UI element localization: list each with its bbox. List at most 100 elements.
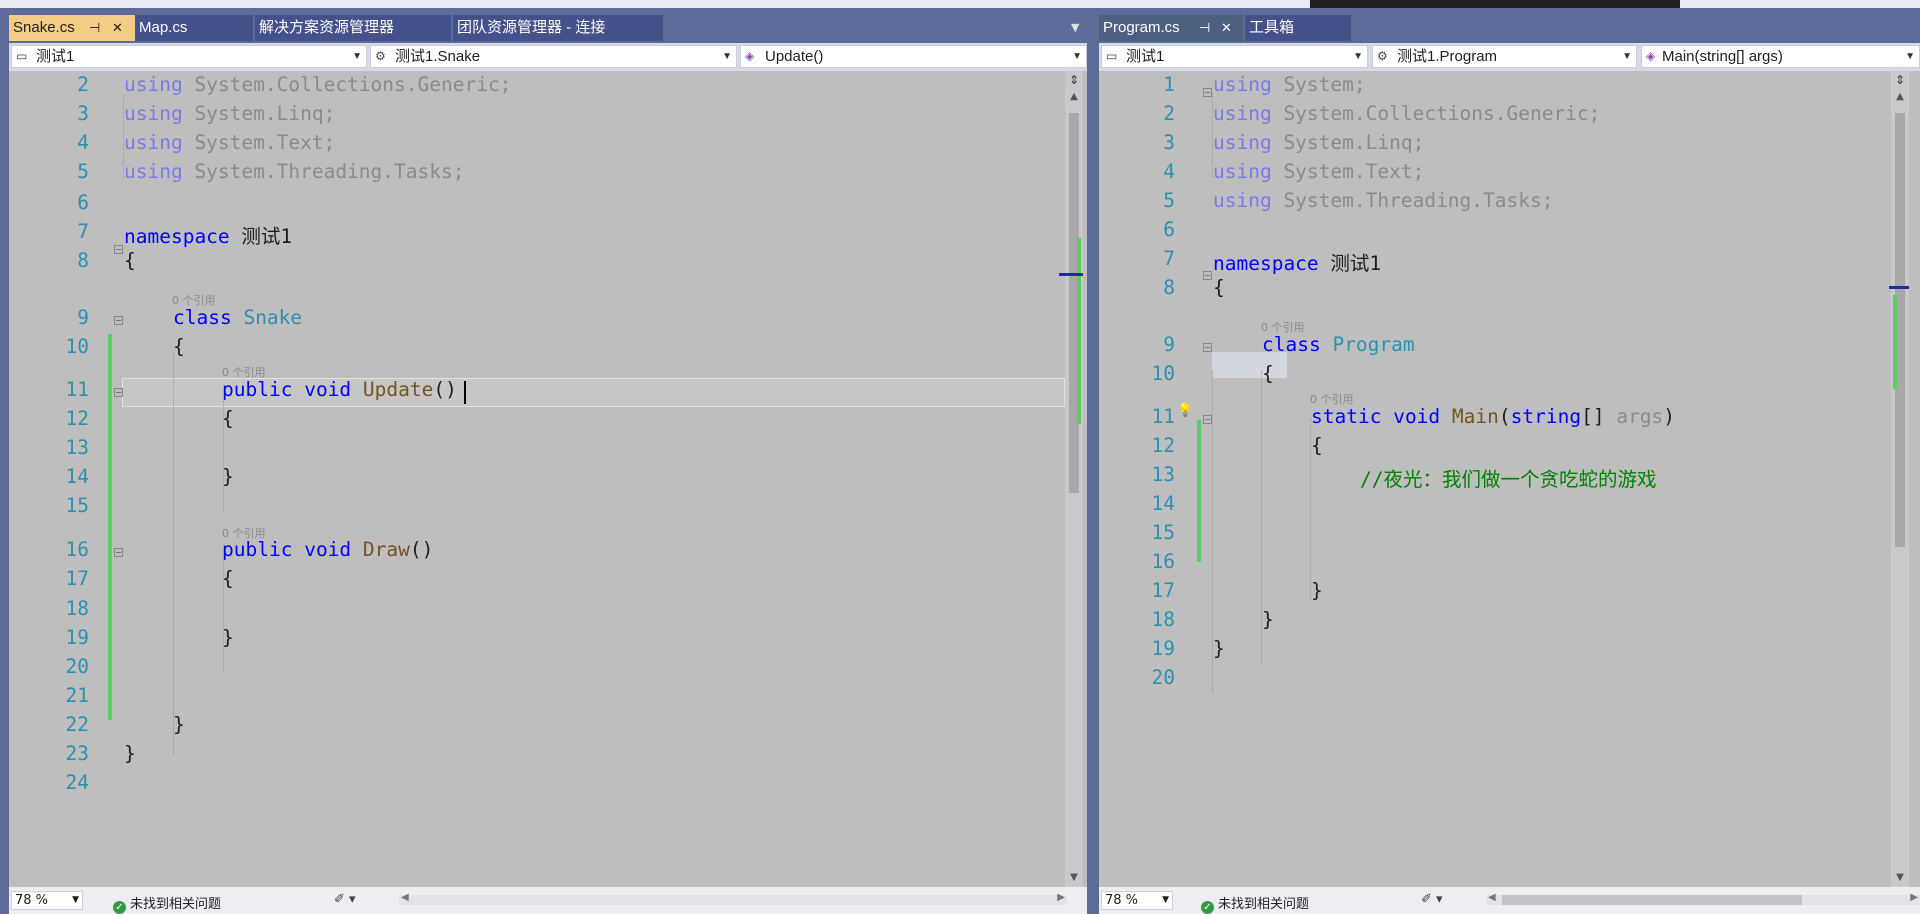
scroll-right-arrow-icon[interactable]: ▶ <box>1910 892 1918 903</box>
right-editor-pane: Program.cs ⊣ ✕ 工具箱 ▭ 测试1 ▼ ⚙ 测试1.Program… <box>1099 15 1920 914</box>
code-line: } <box>173 713 185 736</box>
code-line: using System.Threading.Tasks; <box>124 160 465 183</box>
line-number: 15 <box>1151 521 1175 544</box>
zoom-dropdown[interactable]: 78 % ▼ <box>1101 891 1173 910</box>
issues-indicator[interactable]: ✓ 未找到相关问题 <box>1201 893 1309 914</box>
code-line: { <box>1311 434 1323 457</box>
chevron-down-icon: ▼ <box>1353 51 1363 62</box>
line-number: 9 <box>77 306 89 329</box>
code-line: using System.Linq; <box>124 102 336 125</box>
left-code-editor[interactable]: − − − − 0 个引用 0 个引用 0 个引用 2 using System… <box>9 71 1065 887</box>
tab-team-explorer[interactable]: 团队资源管理器 - 连接 <box>453 15 663 41</box>
pin-icon[interactable]: ⊣ <box>89 15 100 41</box>
left-horizontal-scrollbar[interactable]: ◀ ▶ <box>399 892 1067 905</box>
line-number: 4 <box>1163 160 1175 183</box>
issues-indicator[interactable]: ✓ 未找到相关问题 <box>113 893 221 914</box>
pin-icon[interactable]: ⊣ <box>1199 15 1210 41</box>
line-number: 8 <box>1163 276 1175 299</box>
line-number: 5 <box>1163 189 1175 212</box>
line-number: 13 <box>65 436 89 459</box>
collapse-toggle[interactable]: − <box>1203 271 1212 280</box>
line-number: 20 <box>65 655 89 678</box>
code-line: { <box>222 567 234 590</box>
line-number: 1 <box>1163 73 1175 96</box>
close-icon[interactable]: ✕ <box>112 15 123 41</box>
collapse-toggle[interactable]: − <box>114 316 123 325</box>
project-dropdown-value: 测试1 <box>1126 48 1165 65</box>
split-window-icon[interactable]: ⇕ <box>1067 73 1081 89</box>
left-navigation-bar: ▭ 测试1 ▼ ⚙ 测试1.Snake ▼ ◈ Update() ▼ <box>9 43 1087 71</box>
scrollbar-caret-marker <box>1889 286 1909 289</box>
class-icon: ⚙ <box>375 49 386 63</box>
line-number: 2 <box>77 73 89 96</box>
code-cleanup-brush-icon[interactable]: ✐ ▾ <box>334 892 356 907</box>
scroll-down-arrow-icon[interactable]: ▼ <box>1065 872 1083 883</box>
line-number: 4 <box>77 131 89 154</box>
line-number: 21 <box>65 684 89 707</box>
member-dropdown-value: Main(string[] args) <box>1662 48 1783 65</box>
lightbulb-icon[interactable]: 💡 <box>1177 403 1193 418</box>
issues-text: 未找到相关问题 <box>1218 897 1310 912</box>
line-number: 18 <box>1151 608 1175 631</box>
scroll-left-arrow-icon[interactable]: ◀ <box>401 892 409 903</box>
code-line: static void Main(string[] args) <box>1311 405 1676 428</box>
change-indicator-bar <box>1197 420 1201 562</box>
tab-snake-cs[interactable]: Snake.cs ⊣ ✕ <box>9 15 135 41</box>
class-dropdown[interactable]: ⚙ 测试1.Program ▼ <box>1372 45 1637 68</box>
chevron-down-icon: ▼ <box>72 895 79 905</box>
left-vertical-scrollbar[interactable]: ⇕ ▲ ▼ <box>1059 71 1083 887</box>
project-dropdown[interactable]: ▭ 测试1 ▼ <box>11 45 367 68</box>
collapse-toggle[interactable]: − <box>1203 343 1212 352</box>
code-line: { <box>222 407 234 430</box>
code-line: using System.Text; <box>124 131 336 154</box>
collapse-toggle[interactable]: − <box>114 388 123 397</box>
collapse-toggle[interactable]: − <box>114 548 123 557</box>
scrollbar-caret-marker <box>1059 273 1083 276</box>
csharp-project-icon: ▭ <box>1106 49 1118 63</box>
code-line: } <box>1311 579 1323 602</box>
line-number: 7 <box>77 220 89 243</box>
scroll-down-arrow-icon[interactable]: ▼ <box>1891 872 1909 883</box>
scroll-up-arrow-icon[interactable]: ▲ <box>1891 91 1909 102</box>
right-status-bar: 78 % ▼ ✓ 未找到相关问题 ✐ ▾ ◀ ▶ <box>1099 887 1920 914</box>
member-dropdown[interactable]: ◈ Update() ▼ <box>740 45 1087 68</box>
line-number: 3 <box>77 102 89 125</box>
collapse-toggle[interactable]: − <box>1203 88 1212 97</box>
tab-toolbox[interactable]: 工具箱 <box>1245 15 1351 41</box>
chevron-down-icon: ▼ <box>352 51 362 62</box>
left-status-bar: 78 % ▼ ✓ 未找到相关问题 ✐ ▾ ◀ ▶ <box>9 887 1087 914</box>
tab-overflow-dropdown-icon[interactable]: ▼ <box>1071 21 1079 34</box>
csharp-project-icon: ▭ <box>16 49 28 63</box>
line-number: 3 <box>1163 131 1175 154</box>
code-line: namespace 测试1 <box>1213 252 1382 275</box>
split-window-icon[interactable]: ⇕ <box>1893 73 1907 89</box>
zoom-dropdown[interactable]: 78 % ▼ <box>11 891 83 910</box>
code-comment-line: //夜光：我们做一个贪吃蛇的游戏 <box>1360 468 1657 491</box>
code-cleanup-brush-icon[interactable]: ✐ ▾ <box>1421 892 1443 907</box>
member-dropdown[interactable]: ◈ Main(string[] args) ▼ <box>1641 45 1920 68</box>
line-number: 16 <box>65 538 89 561</box>
collapse-toggle[interactable]: − <box>1203 415 1212 424</box>
project-dropdown-value: 测试1 <box>36 48 75 65</box>
line-number: 6 <box>77 191 89 214</box>
close-icon[interactable]: ✕ <box>1221 15 1232 41</box>
horizontal-scrollbar-thumb[interactable] <box>1502 895 1802 905</box>
tab-program-cs[interactable]: Program.cs ⊣ ✕ <box>1099 15 1243 41</box>
right-code-editor[interactable]: − − − − 💡 0 个引用 0 个引用 1 using System; 2 … <box>1099 71 1891 887</box>
scroll-right-arrow-icon[interactable]: ▶ <box>1057 892 1065 903</box>
chevron-down-icon: ▼ <box>1072 51 1082 62</box>
scroll-up-arrow-icon[interactable]: ▲ <box>1065 91 1083 102</box>
line-number: 18 <box>65 597 89 620</box>
check-circle-icon: ✓ <box>113 901 126 914</box>
tab-solution-explorer[interactable]: 解决方案资源管理器 <box>255 15 451 41</box>
line-number: 9 <box>1163 333 1175 356</box>
right-horizontal-scrollbar[interactable]: ◀ ▶ <box>1486 892 1920 905</box>
collapse-toggle[interactable]: − <box>114 245 123 254</box>
right-vertical-scrollbar[interactable]: ⇕ ▲ ▼ <box>1889 71 1909 887</box>
project-dropdown[interactable]: ▭ 测试1 ▼ <box>1101 45 1368 68</box>
scroll-left-arrow-icon[interactable]: ◀ <box>1488 892 1496 903</box>
issues-text: 未找到相关问题 <box>130 897 222 912</box>
tab-map-cs[interactable]: Map.cs <box>135 15 253 41</box>
tab-label: Snake.cs <box>13 19 75 36</box>
class-dropdown[interactable]: ⚙ 测试1.Snake ▼ <box>370 45 737 68</box>
